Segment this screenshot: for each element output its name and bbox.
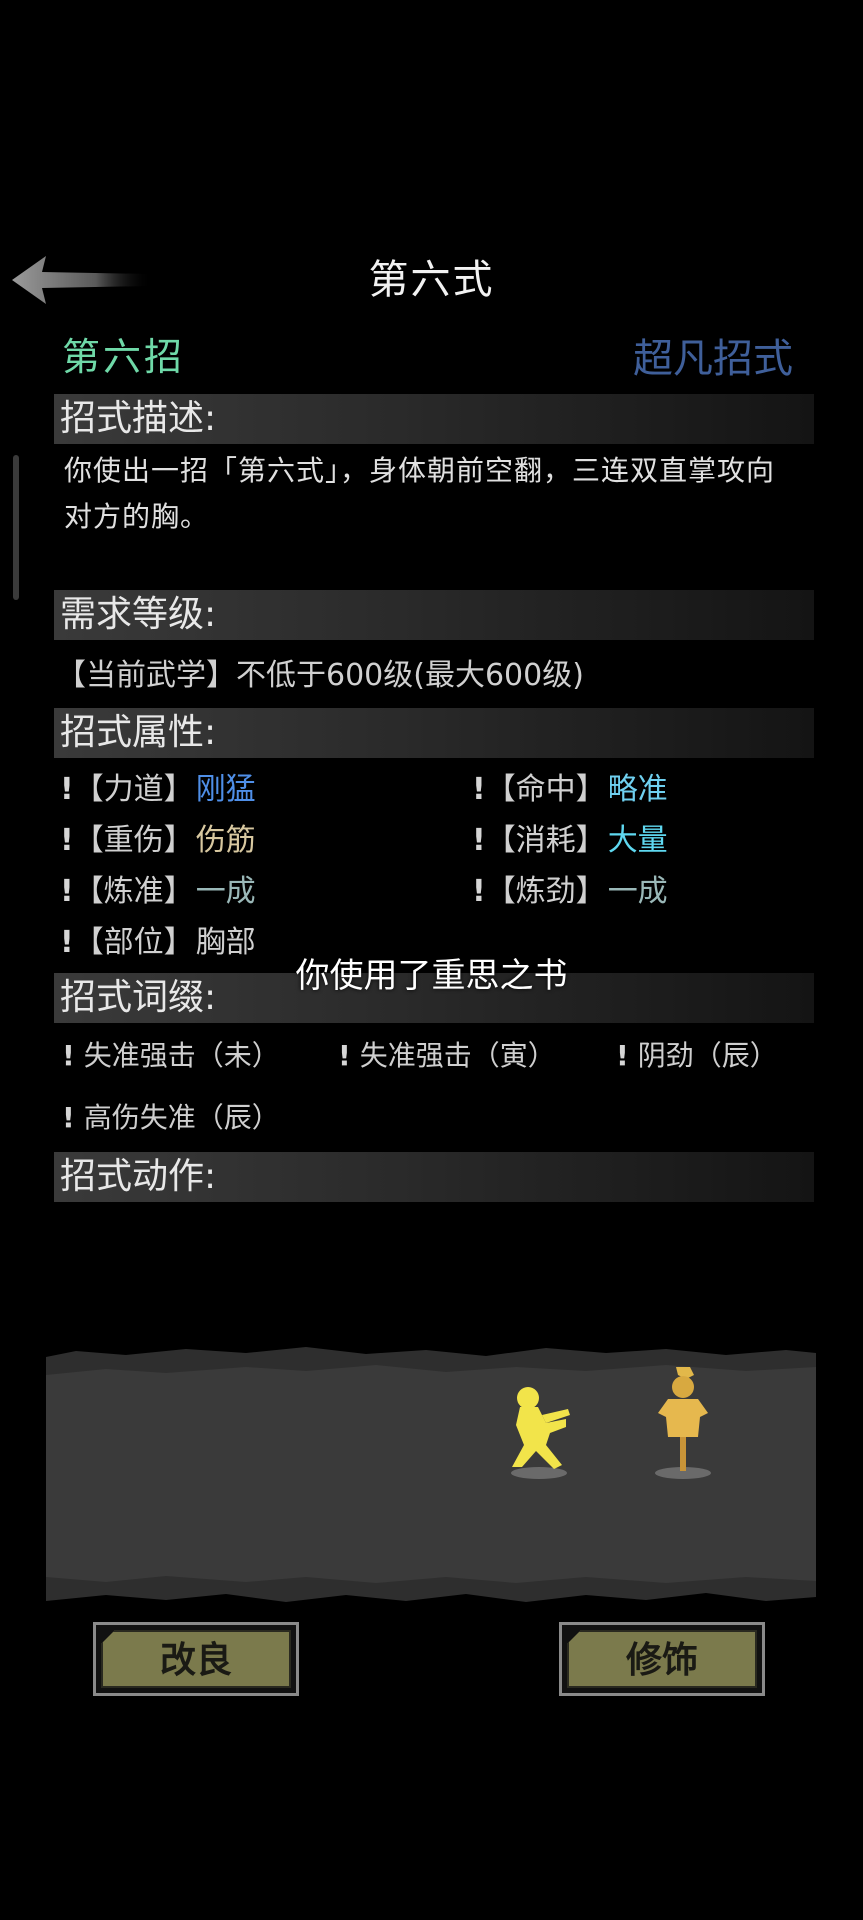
info-icon: !	[60, 772, 74, 807]
attribute-item[interactable]: !【炼准】一成	[60, 866, 256, 910]
info-icon: !	[472, 772, 486, 807]
section-description-header: 招式描述:	[54, 394, 814, 444]
attribute-value: 一成	[195, 874, 256, 909]
affix-item[interactable]: ! 失准强击（寅）	[338, 1034, 556, 1074]
info-icon: !	[472, 874, 486, 909]
attribute-key: 【炼劲】	[485, 874, 606, 909]
battle-scene	[46, 1347, 816, 1602]
toast-message: 你使用了重思之书	[295, 956, 568, 996]
affix-item[interactable]: ! 失准强击（未）	[62, 1034, 280, 1074]
info-icon: !	[616, 1039, 629, 1072]
attribute-value: 大量	[607, 823, 668, 858]
affix-item[interactable]: ! 高伤失准（辰）	[62, 1096, 280, 1136]
attribute-item[interactable]: !【命中】略准	[472, 764, 668, 808]
attribute-item[interactable]: !【重伤】伤筋	[60, 815, 256, 859]
affix-label: 高伤失准（辰）	[83, 1101, 280, 1134]
move-name: 第六招	[62, 335, 186, 379]
move-detail-screen: 第六式 第六招 超凡招式 招式描述: 你使出一招「第六式」，身体朝前空翻，三连双…	[0, 0, 863, 1920]
attribute-value: 刚猛	[195, 772, 256, 807]
requirement-text: 【当前武学】不低于600级(最大600级)	[56, 658, 584, 693]
improve-button-label: 改良	[101, 1630, 291, 1688]
attribute-item[interactable]: !【消耗】大量	[472, 815, 668, 859]
attribute-value: 一成	[607, 874, 668, 909]
affix-item[interactable]: ! 阴劲（辰）	[616, 1034, 778, 1074]
decorate-button-label: 修饰	[567, 1630, 757, 1688]
attribute-key: 【炼准】	[73, 874, 194, 909]
attribute-item[interactable]: !【力道】刚猛	[60, 764, 256, 808]
move-description: 你使出一招「第六式」，身体朝前空翻，三连双直掌攻向对方的胸。	[64, 454, 776, 533]
attribute-value: 伤筋	[195, 823, 256, 858]
info-icon: !	[62, 1101, 75, 1134]
affix-label: 失准强击（寅）	[359, 1039, 556, 1072]
info-icon: !	[338, 1039, 351, 1072]
info-icon: !	[60, 823, 74, 858]
section-attributes-header: 招式属性:	[54, 708, 814, 758]
attribute-key: 【消耗】	[485, 823, 606, 858]
section-requirement-header: 需求等级:	[54, 590, 814, 640]
info-icon: !	[62, 1039, 75, 1072]
affix-label: 阴劲（辰）	[637, 1039, 778, 1072]
improve-button[interactable]: 改良	[93, 1622, 299, 1696]
attribute-key: 【命中】	[485, 772, 606, 807]
attribute-key: 【重伤】	[73, 823, 194, 858]
section-actions-header: 招式动作:	[54, 1152, 814, 1202]
scroll-indicator[interactable]	[13, 455, 19, 600]
page-title: 第六式	[368, 257, 495, 303]
move-tier: 超凡招式	[633, 336, 793, 382]
decorate-button[interactable]: 修饰	[559, 1622, 765, 1696]
affix-label: 失准强击（未）	[83, 1039, 280, 1072]
attribute-item[interactable]: !【炼劲】一成	[472, 866, 668, 910]
info-icon: !	[60, 874, 74, 909]
info-icon: !	[472, 823, 486, 858]
attribute-value: 略准	[607, 772, 668, 807]
attribute-key: 【力道】	[73, 772, 194, 807]
